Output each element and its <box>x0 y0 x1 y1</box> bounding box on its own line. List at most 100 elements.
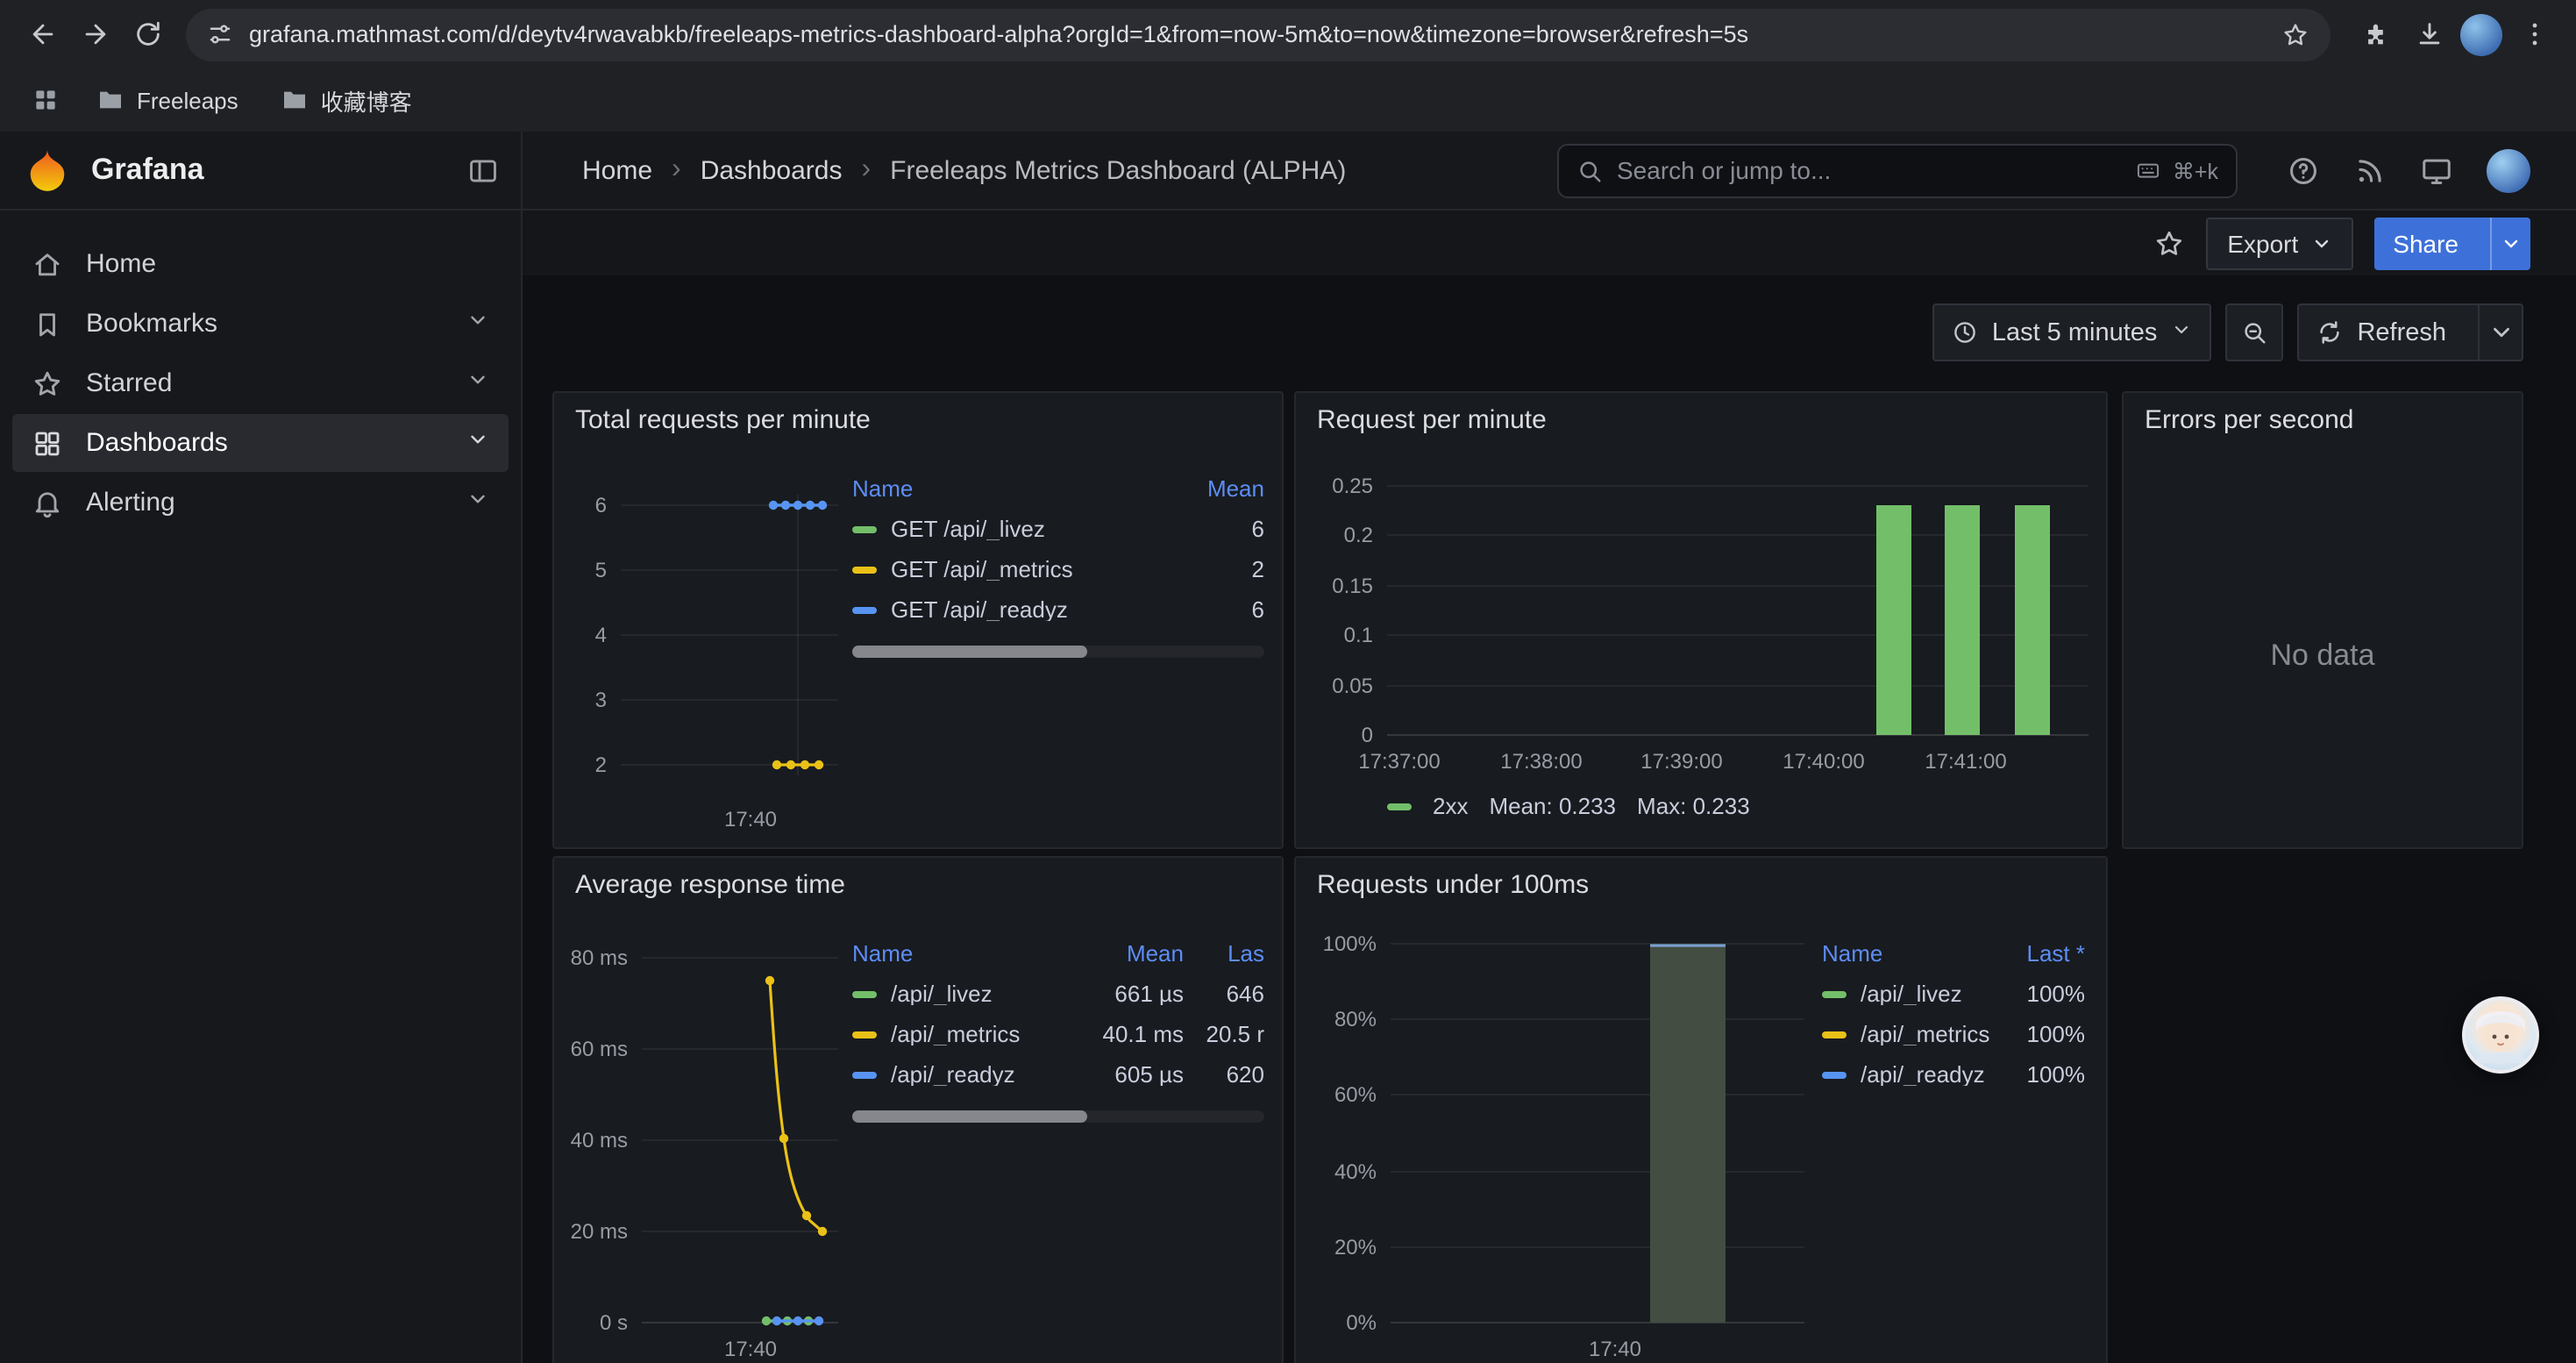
percent-bar <box>1650 946 1726 1323</box>
svg-text:0: 0 <box>1362 724 1373 747</box>
help-button[interactable] <box>2287 153 2320 187</box>
user-avatar[interactable] <box>2487 148 2530 192</box>
apps-grid-button[interactable] <box>21 75 70 125</box>
legend-table: Name Mean GET /api/_livez 6 GET /api/_me… <box>852 467 1264 630</box>
svg-text:40%: 40% <box>1334 1160 1377 1184</box>
bar-chart[interactable]: 0.25 0.2 0.15 0.1 0.05 0 17:37:00 17:38:… <box>1296 393 2108 849</box>
time-range-picker[interactable]: Last 5 minutes <box>1932 303 2212 361</box>
svg-text:80 ms: 80 ms <box>571 946 628 970</box>
browser-window: Freeleaps 收藏博客 Grafana <box>0 0 2576 1363</box>
browser-toolbar <box>0 0 2576 68</box>
panel-title[interactable]: Total requests per minute <box>575 405 871 435</box>
reload-button[interactable] <box>123 10 172 59</box>
scrollbar-thumb[interactable] <box>852 646 1087 658</box>
profile-avatar <box>2460 13 2502 55</box>
star-icon <box>2153 227 2185 259</box>
refresh-interval-button[interactable] <box>2478 305 2522 360</box>
share-label[interactable]: Share <box>2373 229 2478 257</box>
url-bar[interactable] <box>186 8 2330 61</box>
legend-max: Max: 0.233 <box>1637 793 1750 819</box>
extensions-button[interactable] <box>2352 10 2401 59</box>
scrollbar-thumb[interactable] <box>852 1110 1087 1123</box>
main-column: Home › Dashboards › Freeleaps Metrics Da… <box>523 132 2576 1363</box>
grafana-logo[interactable] <box>25 147 70 193</box>
legend-table: Name Mean Las /api/_livez 661 µs 646 /ap… <box>852 931 1264 1095</box>
legend-header-name[interactable]: Name <box>1822 941 1994 964</box>
legend-scrollbar[interactable] <box>852 1110 1264 1123</box>
legend-header-name[interactable]: Name <box>852 941 1075 964</box>
legend-row[interactable]: /api/_livez 100% <box>1822 974 2085 1014</box>
profile-button[interactable] <box>2457 10 2506 59</box>
news-rss-button[interactable] <box>2353 153 2387 187</box>
legend-header-mean[interactable]: Mean <box>1163 476 1264 499</box>
panel-title[interactable]: Average response time <box>575 870 845 900</box>
legend-series[interactable]: 2xx <box>1433 793 1468 819</box>
share-button[interactable]: Share <box>2373 217 2530 269</box>
zoom-out-button[interactable] <box>2225 303 2283 361</box>
legend-header-last[interactable]: Las <box>1184 941 1264 964</box>
series-swatch-blue <box>852 606 877 613</box>
legend-row[interactable]: /api/_readyz 605 µs 620 <box>852 1054 1264 1095</box>
dashboard-controls: Export Share <box>523 211 2576 275</box>
search-icon <box>1576 157 1603 183</box>
refresh-button[interactable]: Refresh <box>2297 303 2523 361</box>
sidebar-item-starred[interactable]: Starred <box>12 354 509 412</box>
legend-row[interactable]: /api/_metrics 100% <box>1822 1014 2085 1054</box>
legend-header-mean[interactable]: Mean <box>1075 941 1184 964</box>
sidebar-item-home[interactable]: Home <box>12 235 509 293</box>
legend-row[interactable]: /api/_livez 661 µs 646 <box>852 974 1264 1014</box>
collapse-sidebar-button[interactable] <box>466 153 500 187</box>
refresh-main[interactable]: Refresh <box>2299 305 2464 360</box>
keyboard-icon <box>2134 158 2162 182</box>
svg-text:60 ms: 60 ms <box>571 1038 628 1061</box>
forward-button[interactable] <box>70 10 119 59</box>
panel-title[interactable]: Requests under 100ms <box>1317 870 1589 900</box>
legend-row[interactable]: /api/_metrics 40.1 ms 20.5 r <box>852 1014 1264 1054</box>
export-button[interactable]: Export <box>2206 217 2352 269</box>
series-swatch-blue <box>1822 1071 1847 1078</box>
download-button[interactable] <box>2404 10 2453 59</box>
legend-header-last[interactable]: Last * <box>1994 941 2085 964</box>
kiosk-monitor-button[interactable] <box>2420 153 2453 187</box>
svg-text:17:38:00: 17:38:00 <box>1500 750 1582 774</box>
sidebar-item-dashboards[interactable]: Dashboards <box>12 414 509 472</box>
back-button[interactable] <box>18 10 67 59</box>
legend-scrollbar[interactable] <box>852 646 1264 658</box>
breadcrumb-dashboards[interactable]: Dashboards <box>701 155 843 185</box>
bookmark-folder-blogs[interactable]: 收藏博客 <box>265 77 428 123</box>
share-menu-button[interactable] <box>2490 217 2530 269</box>
svg-text:17:40: 17:40 <box>1589 1338 1641 1361</box>
svg-text:17:37:00: 17:37:00 <box>1358 750 1440 774</box>
legend-header-name[interactable]: Name <box>852 476 1163 499</box>
favorite-dashboard-button[interactable] <box>2153 227 2185 259</box>
legend-row[interactable]: GET /api/_livez 6 <box>852 509 1264 549</box>
rss-icon <box>2353 153 2387 187</box>
browser-menu-button[interactable] <box>2509 10 2558 59</box>
search-bar[interactable]: ⌘+k <box>1557 143 2238 197</box>
floating-assistant-avatar[interactable] <box>2462 996 2539 1074</box>
chevron-down-icon <box>466 488 489 517</box>
no-data-message: No data <box>2124 639 2522 674</box>
sidebar-item-alerting[interactable]: Alerting <box>12 474 509 532</box>
url-input[interactable] <box>249 21 2266 47</box>
panel-title[interactable]: Errors per second <box>2145 405 2353 435</box>
svg-text:20%: 20% <box>1334 1236 1377 1260</box>
panel-title[interactable]: Request per minute <box>1317 405 1547 435</box>
sidebar-item-bookmarks[interactable]: Bookmarks <box>12 295 509 353</box>
site-info-icon[interactable] <box>207 21 233 47</box>
legend-row[interactable]: GET /api/_readyz 6 <box>852 589 1264 630</box>
svg-text:0.15: 0.15 <box>1332 574 1373 598</box>
series-swatch-yellow <box>1822 1031 1847 1038</box>
legend-row[interactable]: /api/_readyz 100% <box>1822 1054 2085 1095</box>
svg-text:17:40: 17:40 <box>724 1338 777 1361</box>
breadcrumb-home[interactable]: Home <box>582 155 652 185</box>
legend-row[interactable]: GET /api/_metrics 2 <box>852 549 1264 589</box>
bookmark-star-icon[interactable] <box>2281 20 2309 48</box>
monitor-icon <box>2420 153 2453 187</box>
brand-title: Grafana <box>91 153 466 188</box>
series-metrics <box>765 976 827 1236</box>
bookmark-folder-freeleaps[interactable]: Freeleaps <box>81 77 254 123</box>
legend-mean: Mean: 0.233 <box>1489 793 1616 819</box>
search-input[interactable] <box>1617 156 2120 184</box>
series-swatch-green <box>1387 803 1412 810</box>
